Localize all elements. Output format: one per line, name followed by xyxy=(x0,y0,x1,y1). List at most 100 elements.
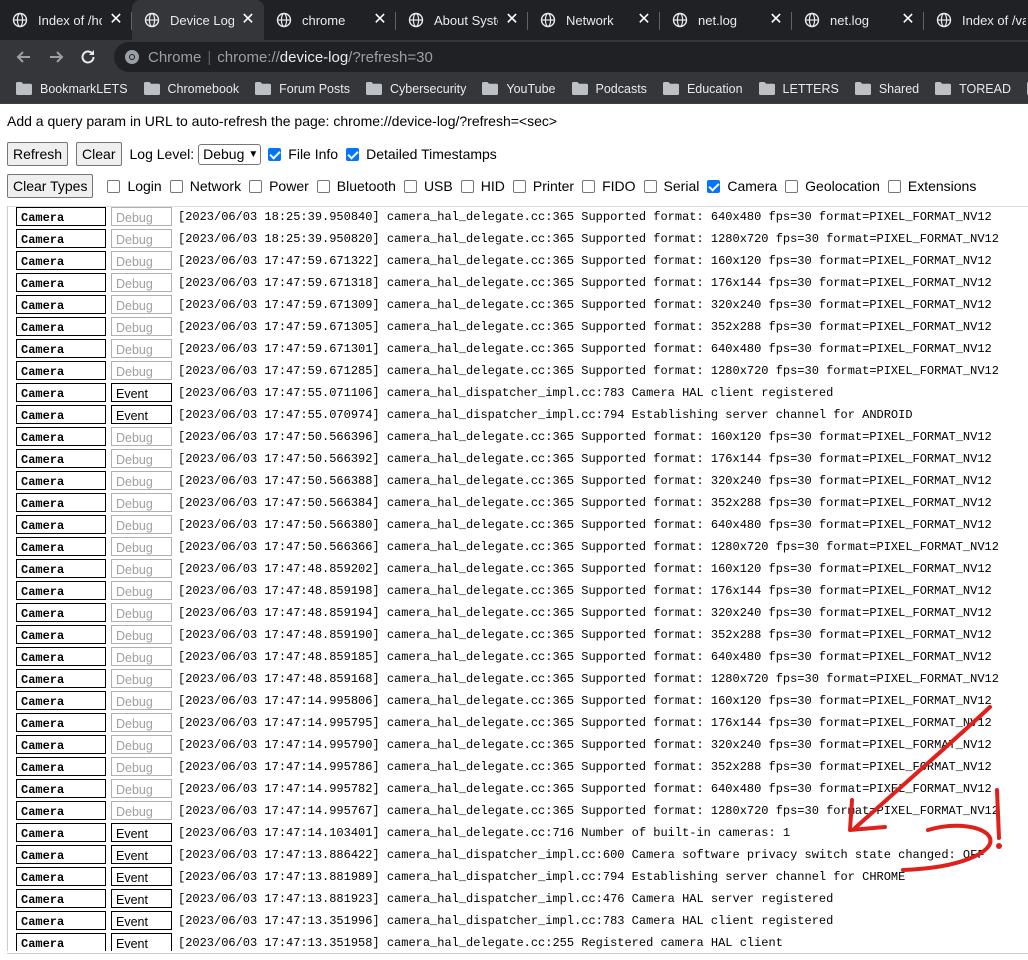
url-scheme: chrome:// xyxy=(217,48,280,66)
type-filter-bluetooth[interactable]: Bluetooth xyxy=(316,178,396,194)
log-entry: Camera Debug [2023/06/03 17:47:14.995795] … xyxy=(16,713,992,732)
bookmark-folder[interactable]: Cybersecurity xyxy=(365,82,466,96)
browser-tab[interactable]: net.log ✕ xyxy=(660,0,792,40)
bookmark-folder[interactable]: YouTube xyxy=(482,82,556,96)
type-filter-fido[interactable]: FIDO xyxy=(582,178,636,194)
log-entry-level: Debug xyxy=(111,273,172,292)
log-entry-type: Camera xyxy=(16,405,106,424)
close-icon[interactable]: ✕ xyxy=(900,12,916,28)
log-entry: Camera Event [2023/06/03 17:47:14.103401] … xyxy=(16,823,790,842)
log-type-filters: Clear Types Login Network Power Bluetooth US… xyxy=(7,172,976,200)
type-filter-geolocation[interactable]: Geolocation xyxy=(785,178,880,194)
forward-button[interactable] xyxy=(40,43,72,71)
bookmark-folder[interactable]: Education xyxy=(662,82,743,96)
close-icon[interactable]: ✕ xyxy=(636,12,652,28)
bookmark-folder[interactable]: Shared xyxy=(854,82,919,96)
type-filter-label: Bluetooth xyxy=(336,178,396,194)
clear-button[interactable]: Clear xyxy=(76,142,122,166)
log-entry-type: Camera xyxy=(16,735,106,754)
log-entry-level: Debug xyxy=(111,779,172,798)
browser-tab[interactable]: Index of /home ✕ xyxy=(0,0,132,40)
log-level-label: Log Level: xyxy=(129,146,195,162)
address-bar[interactable]: Chrome | chrome://device-log/?refresh=30 xyxy=(114,42,1028,72)
log-entry-message: [2023/06/03 18:25:39.950840] camera_hal_… xyxy=(178,209,992,224)
close-icon[interactable]: ✕ xyxy=(108,12,124,28)
log-entry-type: Camera xyxy=(16,471,106,490)
type-filter-label: Camera xyxy=(727,178,778,194)
type-filter-serial[interactable]: Serial xyxy=(643,178,699,194)
type-filter-checkbox[interactable] xyxy=(887,179,901,193)
clear-types-button[interactable]: Clear Types xyxy=(7,174,94,198)
type-filter-checkbox[interactable] xyxy=(643,179,657,193)
type-filter-checkbox[interactable] xyxy=(107,179,121,193)
bookmark-folder[interactable]: Podcasts xyxy=(571,82,647,96)
type-filter-checkbox[interactable] xyxy=(582,179,596,193)
type-filter-checkbox[interactable] xyxy=(316,179,330,193)
type-filter-camera[interactable]: Camera xyxy=(707,178,777,194)
close-icon[interactable]: ✕ xyxy=(240,12,256,28)
log-entry-level: Debug xyxy=(111,317,172,336)
browser-tab[interactable]: Device Log ✕ xyxy=(132,0,264,40)
bookmark-folder[interactable]: Forum Posts xyxy=(255,82,350,96)
browser-tab[interactable]: net.log ✕ xyxy=(792,0,924,40)
detailed-timestamps-option[interactable]: Detailed Timestamps xyxy=(346,146,497,162)
back-button[interactable] xyxy=(8,43,40,71)
bookmark-folder[interactable]: TOREAD xyxy=(935,82,1011,96)
type-filter-label: Network xyxy=(189,178,242,194)
reload-button[interactable] xyxy=(72,43,104,71)
close-icon[interactable]: ✕ xyxy=(372,12,388,28)
folder-icon xyxy=(758,82,775,95)
type-filter-login[interactable]: Login xyxy=(107,178,162,194)
browser-tab[interactable]: Network ✕ xyxy=(528,0,660,40)
log-list[interactable]: Camera Debug [2023/06/03 18:25:39.950840] … xyxy=(7,206,1028,951)
file-info-label: File Info xyxy=(288,146,339,162)
type-filter-checkbox[interactable] xyxy=(785,179,799,193)
type-filter-power[interactable]: Power xyxy=(249,178,309,194)
close-icon[interactable]: ✕ xyxy=(504,12,520,28)
type-filter-checkbox[interactable] xyxy=(249,179,263,193)
log-entry-type: Camera xyxy=(16,537,106,556)
log-entry-type: Camera xyxy=(16,295,106,314)
log-entry-type: Camera xyxy=(16,669,106,688)
type-filter-label: USB xyxy=(423,178,453,194)
bookmark-folder[interactable]: LETTERS xyxy=(758,82,839,96)
log-controls: Refresh Clear Log Level: Debug ▼ File In… xyxy=(7,139,497,169)
file-info-checkbox[interactable] xyxy=(268,147,282,161)
log-entry-type: Camera xyxy=(16,713,106,732)
log-entry-type: Camera xyxy=(16,625,106,644)
log-entry: Camera Event [2023/06/03 17:47:13.886422] … xyxy=(16,845,985,864)
type-filter-checkbox[interactable] xyxy=(707,179,721,193)
log-entry-type: Camera xyxy=(16,603,106,622)
log-entry-level: Event xyxy=(111,845,172,864)
browser-tab[interactable]: chrome ✕ xyxy=(264,0,396,40)
bookmark-folder[interactable]: Chromebook xyxy=(143,82,239,96)
folder-icon xyxy=(143,82,160,95)
log-entry-type: Camera xyxy=(16,207,106,226)
close-icon[interactable]: ✕ xyxy=(768,12,784,28)
type-filter-extensions[interactable]: Extensions xyxy=(887,178,976,194)
type-filter-checkbox[interactable] xyxy=(169,179,183,193)
folder-icon xyxy=(854,82,871,95)
type-filter-printer[interactable]: Printer xyxy=(512,178,574,194)
log-entry-message: [2023/06/03 17:47:13.351958] camera_hal_… xyxy=(178,935,783,950)
browser-tab[interactable]: About System ✕ xyxy=(396,0,528,40)
type-filter-usb[interactable]: USB xyxy=(403,178,453,194)
type-filter-checkbox[interactable] xyxy=(512,179,526,193)
log-level-select[interactable]: Debug ▼ xyxy=(198,143,262,165)
log-entry-type: Camera xyxy=(16,823,106,842)
log-entry-message: [2023/06/03 17:47:50.566388] camera_hal_… xyxy=(178,473,992,488)
tab-title: Device Log xyxy=(170,12,234,28)
refresh-button[interactable]: Refresh xyxy=(7,142,69,166)
folder-icon xyxy=(482,82,499,95)
bookmark-folder[interactable]: BookmarkLETS xyxy=(16,82,128,96)
log-entry: Camera Debug [2023/06/03 17:47:14.995790] … xyxy=(16,735,992,754)
log-entry-level: Debug xyxy=(111,581,172,600)
log-entry-type: Camera xyxy=(16,559,106,578)
detailed-timestamps-checkbox[interactable] xyxy=(346,147,360,161)
type-filter-network[interactable]: Network xyxy=(169,178,242,194)
type-filter-hid[interactable]: HID xyxy=(460,178,505,194)
type-filter-checkbox[interactable] xyxy=(460,179,474,193)
browser-tab[interactable]: Index of /var✕ xyxy=(924,0,1028,40)
file-info-option[interactable]: File Info xyxy=(268,146,338,162)
type-filter-checkbox[interactable] xyxy=(403,179,417,193)
